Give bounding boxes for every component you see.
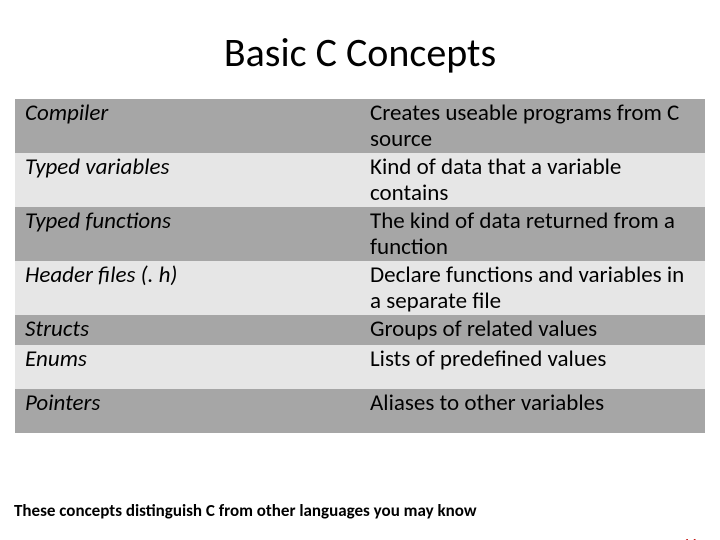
- table-row-term: Pointers: [15, 389, 360, 433]
- table-row-term: Typed variables: [15, 153, 360, 207]
- table-row-term: Compiler: [15, 99, 360, 153]
- table-row-term: Enums: [15, 345, 360, 389]
- table-row-desc: Lists of predefined values: [360, 345, 705, 389]
- footnote: These concepts distinguish C from other …: [14, 500, 477, 521]
- table-row-desc: Creates useable programs from C source: [360, 99, 705, 153]
- table-row-desc: Aliases to other variables: [360, 389, 705, 433]
- slide: Basic C Concepts CompilerCreates useable…: [0, 28, 720, 540]
- table-row-desc: Groups of related values: [360, 315, 705, 345]
- table-row-desc: Kind of data that a variable contains: [360, 153, 705, 207]
- footer-pagenum: 11: [683, 536, 698, 540]
- page-title: Basic C Concepts: [0, 28, 720, 77]
- table-row-desc: Declare functions and variables in a sep…: [360, 261, 705, 315]
- table-row-term: Typed functions: [15, 207, 360, 261]
- table-row-term: Structs: [15, 315, 360, 345]
- table-row-term: Header files (. h): [15, 261, 360, 315]
- table-row-desc: The kind of data returned from a functio…: [360, 207, 705, 261]
- concepts-table: CompilerCreates useable programs from C …: [15, 99, 705, 433]
